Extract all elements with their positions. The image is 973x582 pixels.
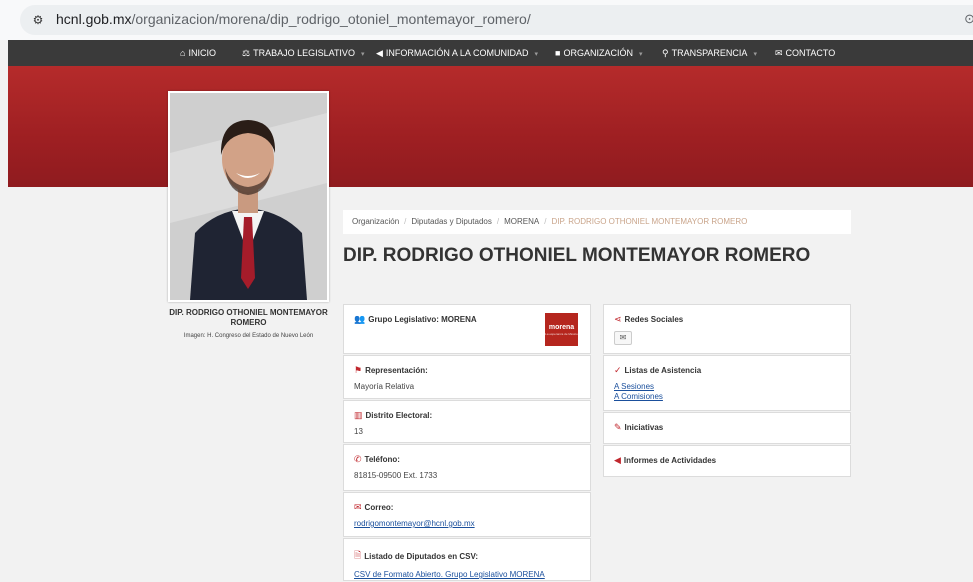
page-title: DIP. RODRIGO OTHONIEL MONTEMAYOR ROMERO <box>343 245 811 266</box>
main-navigation: ⌂ INICIO ⚖ TRABAJO LEGISLATIVO ▾ ◀ INFORMACI… <box>8 40 973 66</box>
caret-down-icon: ▾ <box>753 51 757 58</box>
representacion-value: Mayoría Relativa <box>354 382 415 391</box>
nav-item-trabajo-legislativo[interactable]: ⚖ TRABAJO LEGISLATIVO ▾ <box>242 40 364 66</box>
megaphone-icon: ◀ <box>614 455 621 465</box>
caret-down-icon: ▾ <box>360 51 365 58</box>
file-icon: 🗎 <box>354 550 362 560</box>
card-correo: ✉ Correo: rodrigomontemayor@hcnl.gob.mx <box>343 492 591 537</box>
url-text[interactable]: hcnl.gob.mx/organizacion/morena/dip_rodr… <box>56 11 531 27</box>
distrito-value: 13 <box>354 427 363 436</box>
pencil-icon: ✎ <box>614 422 622 432</box>
grupo-legislativo-label: Grupo Legislativo: MORENA <box>368 315 477 324</box>
card-representacion: ⚑ Representación: Mayoría Relativa <box>343 355 591 399</box>
link-a-sesiones[interactable]: A Sesiones <box>614 382 840 391</box>
map-icon: ▥ <box>354 410 363 420</box>
card-listas-asistencia: ✓ Listas de Asistencia A Sesiones A Comis… <box>603 355 851 411</box>
breadcrumb-item-diputados[interactable]: Diputadas y Diputados <box>411 217 492 226</box>
email-button[interactable]: ✉ <box>614 331 632 345</box>
iniciativas-label: Iniciativas <box>624 423 664 432</box>
card-redes-sociales: ⋖ Redes Sociales ✉ <box>603 304 851 354</box>
card-informes-actividades[interactable]: ◀ Informes de Actividades <box>603 445 851 477</box>
card-telefono: ✆ Teléfono: 81815-09500 Ext. 1733 <box>343 444 591 491</box>
card-iniciativas[interactable]: ✎ Iniciativas <box>603 412 851 444</box>
megaphone-icon: ◀ <box>376 48 383 58</box>
breadcrumb-item-organizacion[interactable]: Organización <box>352 217 399 226</box>
site-settings-icon[interactable]: ⚙ <box>30 12 46 28</box>
flag-icon: ⚑ <box>354 365 363 375</box>
url-box[interactable]: ⚙ hcnl.gob.mx/organizacion/morena/dip_ro… <box>20 5 973 35</box>
profile-photo-credit: Imagen: H. Congreso del Estado de Nuevo … <box>183 333 314 339</box>
link-a-comisiones[interactable]: A Comisiones <box>614 392 840 401</box>
morena-logo: morena La esperanza de México <box>545 313 578 346</box>
browser-menu-icon[interactable]: ⊙ <box>964 11 973 27</box>
telefono-value: 81815-09500 Ext. 1733 <box>354 471 438 480</box>
check-icon: ✓ <box>614 365 622 375</box>
correo-link[interactable]: rodrigomontemayor@hcnl.gob.mx <box>354 519 580 528</box>
users-icon: 👥 <box>354 314 366 324</box>
informes-label: Informes de Actividades <box>623 456 717 465</box>
telefono-label: Teléfono: <box>364 455 400 464</box>
hero-banner <box>8 66 973 187</box>
nav-item-transparencia[interactable]: ⚲ TRANSPARENCIA ▾ <box>662 40 757 66</box>
card-distrito-electoral: ▥ Distrito Electoral: 13 <box>343 400 591 443</box>
phone-icon: ✆ <box>354 454 362 464</box>
balance-icon: ⚖ <box>242 48 251 58</box>
distrito-label: Distrito Electoral: <box>365 411 433 420</box>
envelope-icon: ✉ <box>775 48 783 58</box>
profile-photo <box>168 91 329 302</box>
breadcrumb: Organización / Diputadas y Diputados / MOREN… <box>343 210 851 234</box>
search-icon: ⚲ <box>662 48 669 58</box>
nav-item-inicio[interactable]: ⌂ INICIO <box>180 40 216 66</box>
share-icon: ⋖ <box>614 314 622 324</box>
card-grupo-legislativo: 👥 Grupo Legislativo: MORENA morena La espe… <box>343 304 591 354</box>
envelope-icon: ✉ <box>354 502 362 512</box>
caret-down-icon: ▾ <box>638 51 643 58</box>
browser-address-bar: ⚙ hcnl.gob.mx/organizacion/morena/dip_ro… <box>0 0 973 40</box>
nav-item-informacion-comunidad[interactable]: ◀ INFORMACIÓN A LA COMUNIDAD ▾ <box>376 40 538 66</box>
asistencia-label: Listas de Asistencia <box>624 366 702 375</box>
breadcrumb-item-current: DIP. RODRIGO OTHONIEL MONTEMAYOR ROMERO <box>551 217 748 226</box>
csv-label: Listado de Diputados en CSV: <box>364 551 479 561</box>
folder-icon: ■ <box>555 48 561 58</box>
breadcrumb-item-morena[interactable]: MORENA <box>504 217 539 226</box>
caret-down-icon: ▾ <box>534 51 538 58</box>
nav-item-organizacion[interactable]: ■ ORGANIZACIÓN ▾ <box>555 40 642 66</box>
info-column-right: ⋖ Redes Sociales ✉ ✓ Listas de Asistencia … <box>603 304 851 478</box>
correo-label: Correo: <box>364 503 394 512</box>
redes-label: Redes Sociales <box>624 315 684 324</box>
home-icon: ⌂ <box>180 48 186 58</box>
nav-item-contacto[interactable]: ✉ CONTACTO <box>775 40 835 66</box>
profile-photo-name: DIP. RODRIGO OTHONIEL MONTEMAYOR ROMERO <box>169 308 328 327</box>
info-column-left: 👥 Grupo Legislativo: MORENA morena La espe… <box>343 304 591 582</box>
representacion-label: Representación: <box>365 366 428 375</box>
